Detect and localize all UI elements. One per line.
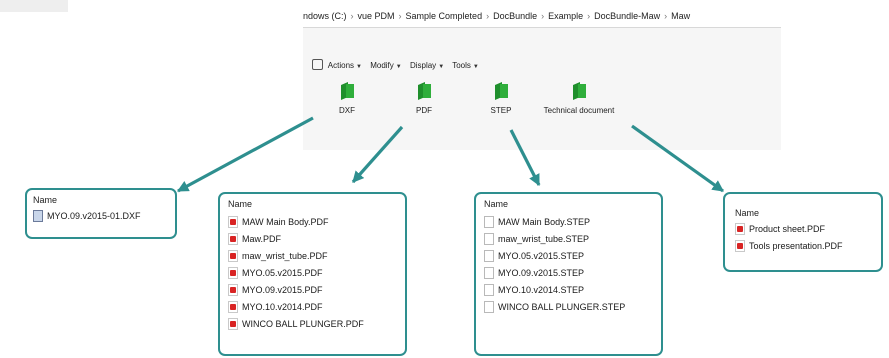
file-row[interactable]: MYO.09.v2015.PDF xyxy=(228,281,405,298)
arrow-pdf xyxy=(351,125,404,184)
file-name: MYO.10.v2014.STEP xyxy=(498,284,585,295)
file-row[interactable]: maw_wrist_tube.PDF xyxy=(228,247,405,264)
file-name: MYO.05.v2015.STEP xyxy=(498,250,585,261)
file-name: MAW Main Body.PDF xyxy=(242,216,329,227)
pdf-file-icon xyxy=(735,239,745,252)
file-name: WINCO BALL PLUNGER.PDF xyxy=(242,318,364,329)
column-header-name[interactable]: Name xyxy=(725,194,881,218)
file-name: MYO.09.v2015.STEP xyxy=(498,267,585,278)
callout-arrows xyxy=(176,116,724,193)
file-row[interactable]: MYO.09.v2015-01.DXF xyxy=(33,207,175,224)
file-row[interactable]: MYO.09.v2015.STEP xyxy=(484,264,661,281)
file-name: maw_wrist_tube.STEP xyxy=(498,233,590,244)
dxf-file-icon xyxy=(33,209,43,222)
document-icon xyxy=(484,249,494,262)
dxf-file-list: Name MYO.09.v2015-01.DXF xyxy=(25,188,177,239)
pdf-file-icon xyxy=(228,317,238,330)
file-row[interactable]: MYO.05.v2015.STEP xyxy=(484,247,661,264)
file-name: Maw.PDF xyxy=(242,233,282,244)
document-icon xyxy=(484,300,494,313)
file-name: MAW Main Body.STEP xyxy=(498,216,591,227)
pdf-file-icon xyxy=(228,215,238,228)
file-row[interactable]: MYO.10.v2014.PDF xyxy=(228,298,405,315)
pdf-file-icon xyxy=(228,283,238,296)
arrow-technical-document xyxy=(631,124,724,193)
file-name: Product sheet.PDF xyxy=(749,223,826,234)
pdf-file-icon xyxy=(735,222,745,235)
file-row[interactable]: Product sheet.PDF xyxy=(735,220,881,237)
file-row[interactable]: WINCO BALL PLUNGER.PDF xyxy=(228,315,405,332)
file-row[interactable]: MAW Main Body.STEP xyxy=(484,213,661,230)
pdf-file-icon xyxy=(228,249,238,262)
column-header-name[interactable]: Name xyxy=(27,190,175,205)
file-row[interactable]: WINCO BALL PLUNGER.STEP xyxy=(484,298,661,315)
file-name: WINCO BALL PLUNGER.STEP xyxy=(498,301,626,312)
pdf-file-icon xyxy=(228,300,238,313)
file-row[interactable]: MYO.05.v2015.PDF xyxy=(228,264,405,281)
pdf-file-icon xyxy=(228,232,238,245)
file-name: maw_wrist_tube.PDF xyxy=(242,250,328,261)
file-name: MYO.09.v2015-01.DXF xyxy=(47,210,141,221)
file-row[interactable]: MAW Main Body.PDF xyxy=(228,213,405,230)
file-name: MYO.10.v2014.PDF xyxy=(242,301,323,312)
file-name: MYO.05.v2015.PDF xyxy=(242,267,323,278)
arrow-step xyxy=(509,129,541,187)
pdf-file-list: Name MAW Main Body.PDF Maw.PDF maw_wrist… xyxy=(218,192,407,356)
file-row[interactable]: Tools presentation.PDF xyxy=(735,237,881,254)
pdf-file-icon xyxy=(228,266,238,279)
technical-document-file-list: Name Product sheet.PDF Tools presentatio… xyxy=(723,192,883,272)
column-header-name[interactable]: Name xyxy=(220,194,405,209)
document-icon xyxy=(484,283,494,296)
file-name: Tools presentation.PDF xyxy=(749,240,843,251)
column-header-name[interactable]: Name xyxy=(476,194,661,209)
file-row[interactable]: Maw.PDF xyxy=(228,230,405,247)
document-icon xyxy=(484,266,494,279)
arrow-dxf xyxy=(176,116,314,193)
file-row[interactable]: maw_wrist_tube.STEP xyxy=(484,230,661,247)
file-name: MYO.09.v2015.PDF xyxy=(242,284,323,295)
file-row[interactable]: MYO.10.v2014.STEP xyxy=(484,281,661,298)
document-icon xyxy=(484,232,494,245)
document-icon xyxy=(484,215,494,228)
step-file-list: Name MAW Main Body.STEP maw_wrist_tube.S… xyxy=(474,192,663,356)
